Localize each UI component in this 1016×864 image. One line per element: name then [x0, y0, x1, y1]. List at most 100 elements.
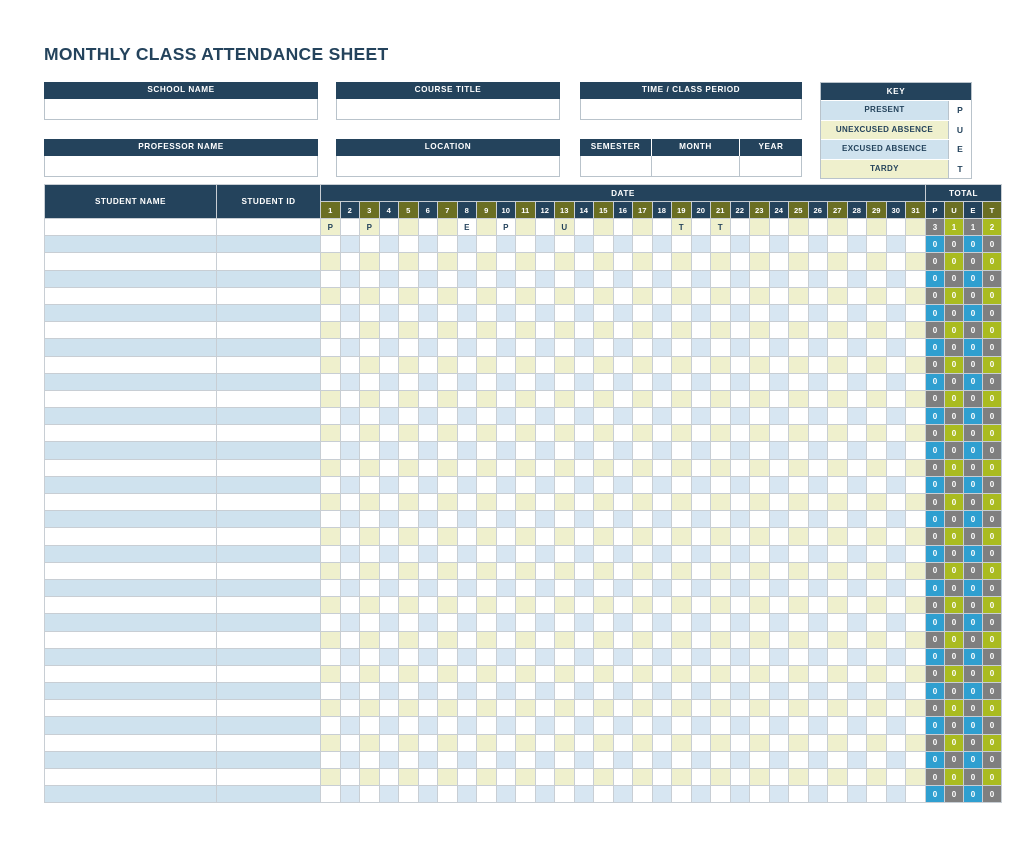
cell-student-id[interactable] [216, 492, 321, 512]
cell-day-29[interactable] [866, 355, 887, 374]
cell-day-28[interactable] [846, 424, 867, 443]
cell-day-14[interactable] [573, 750, 594, 770]
cell-student-id[interactable] [216, 510, 321, 529]
cell-day-23[interactable] [749, 647, 770, 666]
cell-day-26[interactable] [807, 458, 828, 477]
cell-student-id[interactable] [216, 286, 321, 305]
cell-day-11[interactable] [515, 217, 536, 237]
cell-day-11[interactable] [515, 596, 536, 615]
cell-day-8[interactable] [456, 510, 477, 529]
cell-day-22[interactable] [729, 647, 750, 666]
cell-day-19[interactable] [671, 699, 692, 718]
cell-day-21[interactable] [710, 613, 731, 632]
cell-day-31[interactable] [905, 235, 926, 254]
cell-day-5[interactable] [398, 544, 419, 563]
cell-day-13[interactable] [554, 613, 575, 632]
cell-day-11[interactable] [515, 372, 536, 391]
cell-day-24[interactable] [768, 664, 789, 684]
cell-day-27[interactable] [827, 458, 848, 477]
cell-day-27[interactable] [827, 682, 848, 701]
cell-student-id[interactable] [216, 475, 321, 495]
cell-day-12[interactable] [534, 269, 555, 288]
cell-day-19[interactable] [671, 475, 692, 495]
cell-day-26[interactable] [807, 286, 828, 305]
cell-day-11[interactable] [515, 767, 536, 787]
cell-day-13[interactable] [554, 235, 575, 254]
cell-day-8[interactable] [456, 252, 477, 271]
cell-student-id[interactable] [216, 321, 321, 340]
cell-day-1[interactable] [320, 716, 341, 735]
cell-day-19[interactable] [671, 561, 692, 580]
cell-day-9[interactable] [476, 527, 497, 546]
cell-day-30[interactable] [885, 578, 906, 598]
cell-day-17[interactable] [632, 303, 653, 323]
cell-day-27[interactable] [827, 716, 848, 735]
cell-day-28[interactable] [846, 630, 867, 649]
cell-day-17[interactable] [632, 235, 653, 254]
cell-day-29[interactable] [866, 630, 887, 649]
cell-day-12[interactable] [534, 475, 555, 495]
cell-day-20[interactable] [690, 561, 711, 580]
cell-day-27[interactable] [827, 630, 848, 649]
cell-day-25[interactable] [788, 475, 809, 495]
cell-day-10[interactable] [495, 355, 516, 374]
cell-day-29[interactable] [866, 510, 887, 529]
cell-student-name[interactable] [44, 424, 217, 443]
cell-day-31[interactable] [905, 252, 926, 271]
cell-day-23[interactable] [749, 613, 770, 632]
cell-student-id[interactable] [216, 389, 321, 409]
cell-day-6[interactable] [417, 441, 438, 460]
cell-student-name[interactable] [44, 252, 217, 271]
cell-day-12[interactable] [534, 217, 555, 237]
cell-day-1[interactable] [320, 372, 341, 391]
cell-day-6[interactable] [417, 338, 438, 357]
cell-day-9[interactable] [476, 475, 497, 495]
cell-day-11[interactable] [515, 475, 536, 495]
cell-day-31[interactable] [905, 647, 926, 666]
cell-day-3[interactable] [359, 321, 380, 340]
cell-day-23[interactable] [749, 785, 770, 804]
cell-day-28[interactable] [846, 269, 867, 288]
cell-day-15[interactable] [593, 321, 614, 340]
cell-day-23[interactable] [749, 492, 770, 512]
cell-day-28[interactable] [846, 664, 867, 684]
cell-day-18[interactable] [651, 303, 672, 323]
cell-day-15[interactable] [593, 561, 614, 580]
cell-day-29[interactable] [866, 767, 887, 787]
cell-day-7[interactable] [437, 389, 458, 409]
cell-day-24[interactable] [768, 527, 789, 546]
cell-day-7[interactable] [437, 338, 458, 357]
cell-day-26[interactable] [807, 217, 828, 237]
cell-day-25[interactable] [788, 630, 809, 649]
cell-day-3[interactable] [359, 561, 380, 580]
cell-day-27[interactable] [827, 372, 848, 391]
cell-day-8[interactable] [456, 407, 477, 426]
cell-day-17[interactable] [632, 561, 653, 580]
time-class-period-input[interactable] [580, 99, 802, 120]
cell-day-18[interactable] [651, 217, 672, 237]
cell-day-7[interactable] [437, 321, 458, 340]
cell-day-20[interactable] [690, 785, 711, 804]
cell-day-17[interactable] [632, 492, 653, 512]
school-name-input[interactable] [44, 99, 318, 120]
cell-day-24[interactable] [768, 733, 789, 752]
cell-day-28[interactable] [846, 235, 867, 254]
cell-day-1[interactable] [320, 510, 341, 529]
cell-day-2[interactable] [339, 338, 360, 357]
cell-day-1[interactable]: P [320, 217, 341, 237]
cell-day-1[interactable] [320, 303, 341, 323]
cell-day-19[interactable] [671, 303, 692, 323]
cell-day-19[interactable] [671, 492, 692, 512]
cell-day-25[interactable] [788, 217, 809, 237]
cell-day-10[interactable] [495, 630, 516, 649]
cell-day-30[interactable] [885, 613, 906, 632]
cell-day-14[interactable] [573, 235, 594, 254]
cell-day-29[interactable] [866, 286, 887, 305]
cell-day-17[interactable] [632, 321, 653, 340]
cell-day-13[interactable] [554, 699, 575, 718]
cell-day-11[interactable] [515, 252, 536, 271]
cell-day-20[interactable] [690, 544, 711, 563]
cell-day-31[interactable] [905, 492, 926, 512]
cell-day-4[interactable] [378, 682, 399, 701]
cell-day-12[interactable] [534, 235, 555, 254]
